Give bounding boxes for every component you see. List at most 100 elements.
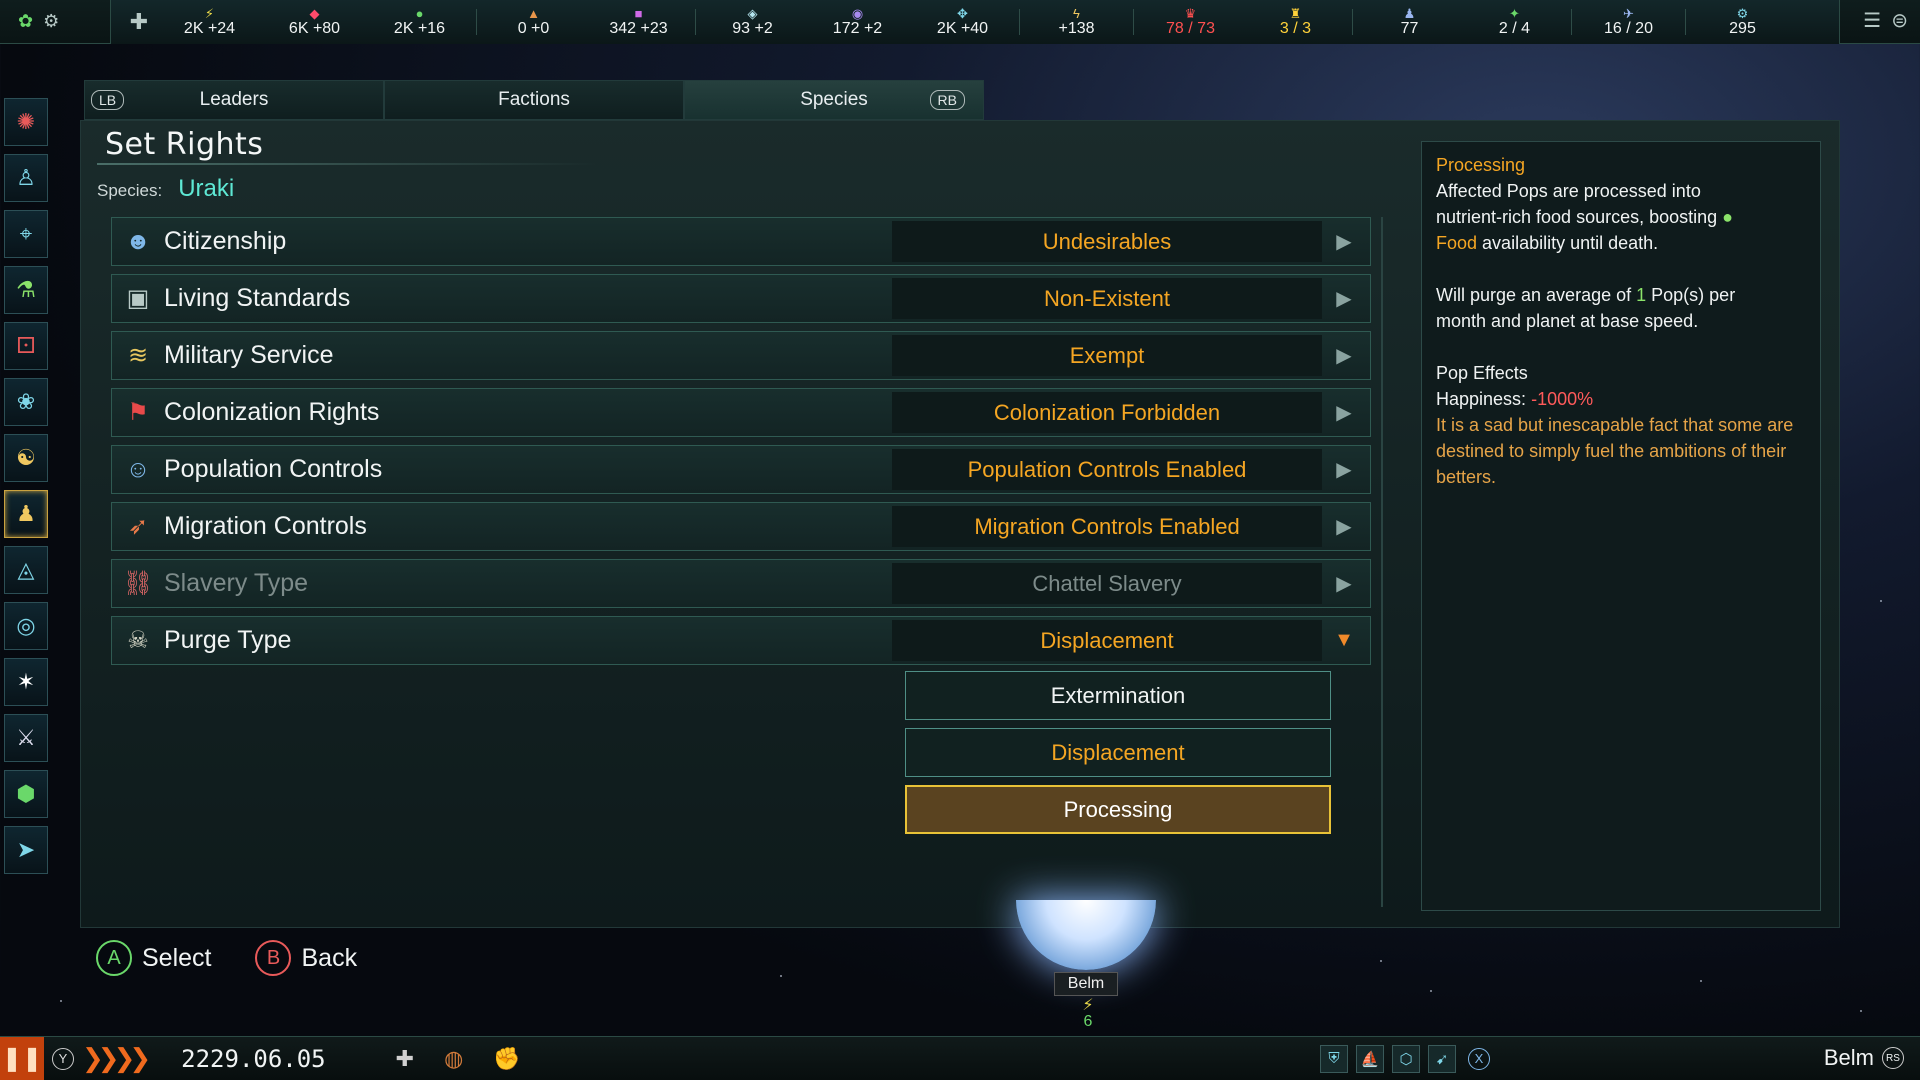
resource-value: 78 / 73 (1166, 19, 1215, 37)
expand-arrow-icon[interactable]: ▶ (1322, 457, 1366, 482)
tooltip-happiness: Happiness: -1000% (1436, 386, 1806, 412)
purge-option-processing[interactable]: Processing (905, 785, 1331, 834)
settings-gear-icon[interactable]: ⚙ (43, 11, 59, 32)
resource-unity[interactable]: ◉ 172 +2 (805, 6, 910, 37)
resource-value: 0 +0 (517, 19, 550, 37)
rights-value-select[interactable]: Population Controls Enabled (892, 449, 1322, 490)
resource-naval-capacity[interactable]: ✈ 16 / 20 (1576, 6, 1681, 37)
resource-influence[interactable]: ◈ 93 +2 (700, 6, 805, 37)
rights-row[interactable]: ≋ Military Service Exempt ▶ (111, 331, 1371, 380)
rights-value-select[interactable]: Chattel Slavery (892, 563, 1322, 604)
planet-name-label[interactable]: Belm (1054, 972, 1118, 996)
resource-alloys[interactable]: ■ 342 +23 (586, 6, 691, 37)
sidebar-species-button[interactable]: ♟ (4, 490, 48, 538)
resource-fleet-power[interactable]: ⚙ 295 (1690, 5, 1795, 37)
rights-row[interactable]: ➶ Migration Controls Migration Controls En… (111, 502, 1371, 551)
rights-value-select[interactable]: Displacement (892, 620, 1322, 661)
resource-separator (1133, 8, 1134, 35)
food-icon: ● (415, 5, 424, 21)
expand-arrow-icon[interactable]: ▶ (1322, 400, 1366, 425)
tooltip-pop-effects-heading: Pop Effects (1436, 363, 1528, 383)
panel-tabs: LB Leaders Factions Species RB (84, 80, 1084, 120)
rights-row[interactable]: ☺ Population Controls Population Controls … (111, 445, 1371, 494)
resource-minerals[interactable]: ◆ 6K +80 (262, 6, 367, 37)
sidebar-galaxy-button[interactable]: ◎ (4, 602, 48, 650)
resource-rare-resource[interactable]: ϟ +138 (1024, 6, 1129, 37)
rights-row[interactable]: ⚑ Colonization Rights Colonization Forbidd… (111, 388, 1371, 437)
menu-circle-icon[interactable]: ⊜ (1891, 8, 1908, 33)
resource-food[interactable]: ● 2K +16 (367, 5, 472, 37)
purge-option-extermination[interactable]: Extermination (905, 671, 1331, 720)
resource-planets[interactable]: ♜ 3 / 3 (1243, 6, 1348, 37)
tab-species[interactable]: Species RB (684, 80, 984, 120)
select-label: Select (142, 943, 212, 972)
energy-icon: ⚡ (204, 5, 215, 21)
game-speed-icon[interactable]: ❯❯❯❯ (82, 1043, 151, 1074)
rights-row[interactable]: ▣ Living Standards Non-Existent ▶ (111, 274, 1371, 323)
purge-option-displacement[interactable]: Displacement (905, 728, 1331, 777)
resource-starbase[interactable]: ✦ 2 / 4 (1462, 6, 1567, 37)
hexagon-icon[interactable]: ⬡ (1392, 1044, 1420, 1073)
pops-icon: ♟ (1403, 5, 1416, 21)
sidebar-military-button[interactable]: ⚔ (4, 714, 48, 762)
planet-energy-value: 6 (1083, 1013, 1093, 1030)
rights-value-select[interactable]: Migration Controls Enabled (892, 506, 1322, 547)
rights-value-select[interactable]: Non-Existent (892, 278, 1322, 319)
menu-list-icon[interactable]: ☰ (1863, 8, 1881, 33)
expand-arrow-icon[interactable]: ▶ (1322, 229, 1366, 254)
sidebar-government-button[interactable]: ✺ (4, 98, 48, 146)
sidebar-market-button[interactable]: ⬢ (4, 770, 48, 818)
map-mode-icon[interactable]: ⛨ (1320, 1044, 1348, 1073)
sidebar-technology-button[interactable]: ⚗ (4, 266, 48, 314)
rights-label: Purge Type (164, 626, 292, 654)
tooltip-desc-line1: Affected Pops are processed into (1436, 181, 1701, 201)
sidebar-policies-button[interactable]: ⚀ (4, 322, 48, 370)
select-hint[interactable]: A Select (96, 940, 211, 976)
planet-sphere[interactable] (1016, 900, 1156, 970)
rights-value-select[interactable]: Undesirables (892, 221, 1322, 262)
expand-arrow-icon[interactable]: ▶ (1322, 571, 1366, 596)
sidebar-ruler-button[interactable]: ♙ (4, 154, 48, 202)
empire-emblem-icon[interactable]: ✿ (18, 11, 33, 32)
tab-factions[interactable]: Factions (384, 80, 684, 120)
empire-ball-icon[interactable]: ◍ (444, 1046, 463, 1072)
tab-leaders[interactable]: LB Leaders (84, 80, 384, 120)
purge-type-dropdown: Extermination Displacement Processing (905, 671, 1331, 834)
resource-separator (1352, 8, 1353, 35)
expand-arrow-icon[interactable]: ▶ (1322, 286, 1366, 311)
fist-icon[interactable]: ✊ (493, 1046, 520, 1072)
dropdown-open-arrow-icon[interactable]: ▼ (1322, 629, 1366, 652)
resource-separator (1571, 8, 1572, 35)
sidebar-fleets-button[interactable]: ➤ (4, 826, 48, 874)
list-scrollbar[interactable] (1381, 217, 1383, 907)
sidebar-contacts-button[interactable]: ✶ (4, 658, 48, 706)
fleet-power-icon: ⚙ (1736, 5, 1749, 21)
resource-pops[interactable]: ♟ 77 (1357, 5, 1462, 37)
rights-row[interactable]: ⛓ Slavery Type Chattel Slavery ▶ (111, 559, 1371, 608)
fleet-icon[interactable]: ⛵ (1356, 1044, 1384, 1073)
resource-value: 93 +2 (732, 19, 773, 37)
sidebar-planets-button[interactable]: ⌖ (4, 210, 48, 258)
rights-value-select[interactable]: Colonization Forbidden (892, 392, 1322, 433)
resource-separator (1685, 8, 1686, 35)
rights-row[interactable]: ☠ Purge Type Displacement ▼ (111, 616, 1371, 665)
ship-icon[interactable]: ➹ (1428, 1044, 1456, 1073)
rights-row[interactable]: ☻ Citizenship Undesirables ▶ (111, 217, 1371, 266)
expand-arrow-icon[interactable]: ▶ (1322, 343, 1366, 368)
sidebar-traditions-button[interactable]: ❀ (4, 378, 48, 426)
sidebar-situations-button[interactable]: ☯ (4, 434, 48, 482)
back-hint[interactable]: B Back (255, 940, 357, 976)
food-icon: ● (1722, 207, 1734, 227)
set-rights-panel: Set Rights Species: Uraki ☻ Citizenship Un… (80, 120, 1840, 928)
rights-value-select[interactable]: Exempt (892, 335, 1322, 376)
expand-arrow-icon[interactable]: ▶ (1322, 514, 1366, 539)
resource-energy[interactable]: ⚡ 2K +24 (157, 5, 262, 37)
rights-label: Slavery Type (164, 569, 309, 597)
tooltip-title: Processing (1436, 155, 1526, 175)
resource-research[interactable]: ✥ 2K +40 (910, 6, 1015, 37)
topbar-menu: ☰ ⊜ (1863, 8, 1908, 33)
resource-empire-size[interactable]: ♛ 78 / 73 (1138, 6, 1243, 37)
resource-consumer-goods[interactable]: ▲ 0 +0 (481, 6, 586, 37)
pause-button[interactable]: ❚❚ (0, 1036, 44, 1080)
sidebar-federation-button[interactable]: ◬ (4, 546, 48, 594)
